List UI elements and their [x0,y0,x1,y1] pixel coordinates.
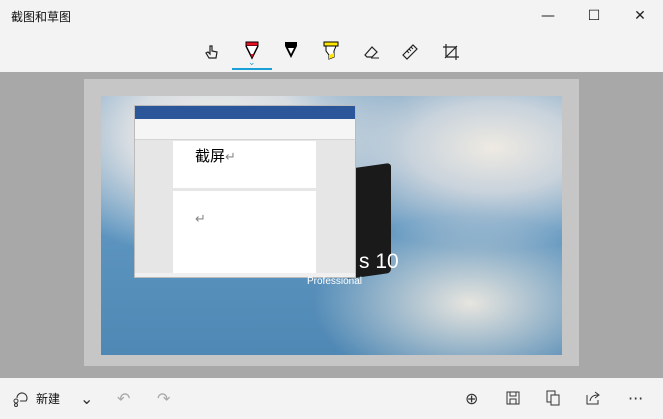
screenshot-image[interactable]: 截屏↵ ↵ s 10 Professional [101,96,562,355]
minimize-button[interactable]: — [525,0,571,32]
highlighter-icon [323,41,339,60]
redo-button[interactable]: ↷ [157,386,170,410]
return-mark: ↵ [225,150,236,165]
windows-logo-text: s 10 [359,250,399,273]
chevron-down-icon[interactable]: ⌄ [248,58,256,68]
tool-bar: ⌄ [0,32,663,72]
more-options-button[interactable]: ··· [628,386,643,410]
document-text: 截屏 [195,147,226,165]
undo-icon: ↶ [117,388,131,408]
eraser-button[interactable] [352,36,390,68]
eraser-icon [364,46,379,59]
word-title-bar [135,106,355,119]
save-icon [506,391,520,405]
new-snip-icon [13,392,28,407]
title-bar: 截图和草图 — ☐ ✕ [0,0,663,32]
bottom-bar: 新建 ⌄ ↶ ↷ ⊕ ··· [0,378,663,419]
share-button[interactable] [585,386,601,410]
zoom-button[interactable]: ⊕ [465,386,478,410]
windows-edition-text: Professional [307,276,363,287]
word-ribbon [135,119,355,140]
pencil-icon [285,42,297,58]
maximize-button[interactable]: ☐ [571,0,617,32]
word-window: 截屏↵ ↵ [134,105,356,278]
pencil-button[interactable] [272,36,310,68]
zoom-in-icon: ⊕ [465,388,479,408]
close-button[interactable]: ✕ [617,0,663,32]
new-snip-button[interactable]: 新建 [12,386,60,410]
save-button[interactable] [505,386,521,410]
document-page: 截屏↵ [173,141,316,188]
highlighter-button[interactable] [312,36,350,68]
app-title: 截图和草图 [11,10,72,24]
share-icon [586,391,600,405]
touch-writing-button[interactable] [193,36,231,68]
ruler-button[interactable] [391,36,429,68]
more-icon: ··· [628,388,644,408]
new-label: 新建 [36,391,61,406]
hand-icon [205,45,218,59]
copy-icon [546,390,560,406]
chevron-down-icon: ⌄ [80,388,94,408]
crop-button[interactable] [432,36,470,68]
selected-tool-indicator [232,68,272,70]
return-mark: ↵ [195,212,206,227]
copy-button[interactable] [545,386,561,410]
undo-button[interactable]: ↶ [117,386,130,410]
crop-icon [443,44,459,60]
new-options-dropdown[interactable]: ⌄ [80,386,93,410]
ruler-icon [402,44,418,60]
document-page: ↵ [173,191,316,275]
redo-icon: ↷ [157,388,171,408]
